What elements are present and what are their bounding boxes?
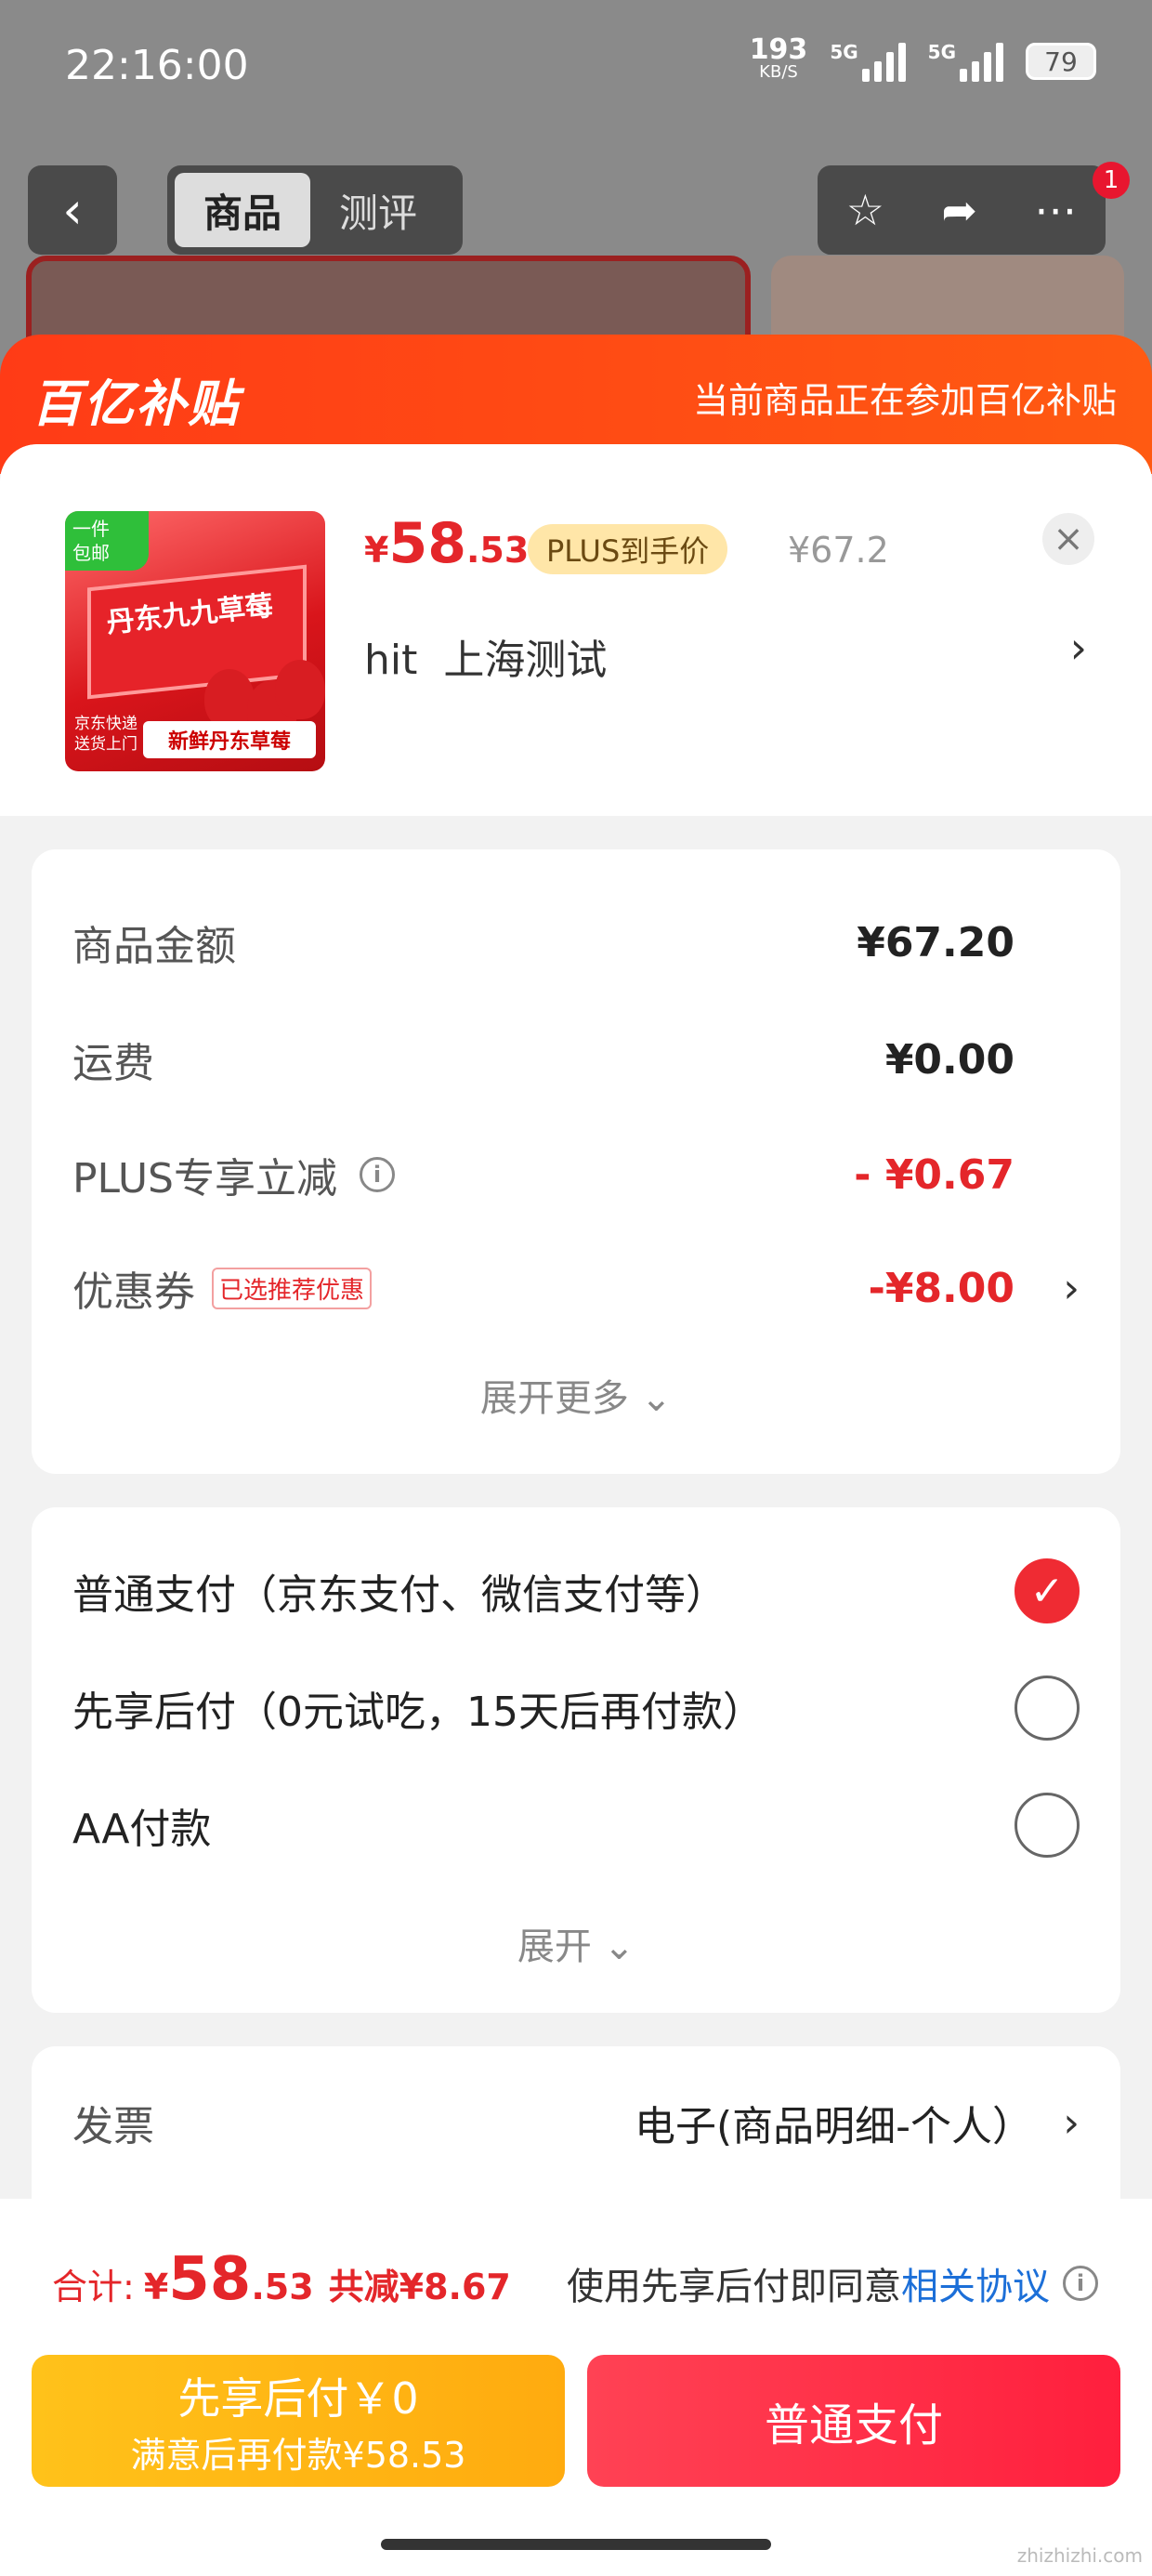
tab-review[interactable]: 测评: [310, 173, 446, 247]
battery-icon: 79: [1026, 43, 1096, 80]
payment-option-aa[interactable]: AA付款: [72, 1788, 1080, 1862]
topbar-actions: ☆ ➦ ⋯: [818, 165, 1106, 255]
chevron-left-icon: ‹: [62, 180, 83, 240]
free-shipping-tag: 一件 包邮: [65, 511, 149, 571]
radio-empty-icon[interactable]: [1015, 1676, 1080, 1741]
agreement-note: 使用先享后付即同意 相关协议 i: [567, 2256, 1098, 2310]
order-total: 合计: ¥ 58 .53 共减¥8.67: [52, 2245, 511, 2314]
cost-row-goods: 商品金额 ¥67.20: [72, 918, 1015, 971]
coupon-chip: 已选推荐优惠: [212, 1267, 373, 1309]
back-button[interactable]: ‹: [28, 165, 117, 255]
product-spec[interactable]: hit 上海测试: [364, 626, 607, 686]
share-icon[interactable]: ➦: [941, 185, 977, 235]
cost-row-coupon[interactable]: 优惠券 已选推荐优惠 -¥8.00 ›: [72, 1258, 1080, 1318]
checkout-footer: 合计: ¥ 58 .53 共减¥8.67 使用先享后付即同意 相关协议 i 先享…: [0, 2199, 1152, 2576]
checkmark-icon[interactable]: ✓: [1015, 1558, 1080, 1623]
message-badge: 1: [1093, 162, 1130, 199]
tab-goods[interactable]: 商品: [175, 173, 310, 247]
product-image[interactable]: 一件 包邮 丹东九九草莓 京东快递 送货上门 新鲜丹东草莓: [65, 511, 325, 771]
net-speed: 193 KB/S: [749, 33, 808, 83]
pay-later-button[interactable]: 先享后付￥0 满意后再付款¥58.53: [32, 2355, 565, 2487]
chevron-down-icon: ⌄: [603, 1925, 635, 1968]
product-summary: 一件 包邮 丹东九九草莓 京东快递 送货上门 新鲜丹东草莓 ¥ 58 .53 PL…: [0, 444, 1152, 816]
product-topbar: ‹ 商品 测评 ☆ ➦ ⋯ 1: [28, 162, 1130, 255]
info-icon[interactable]: i: [360, 1157, 395, 1192]
chevron-right-icon: ›: [1063, 1264, 1080, 1312]
cost-breakdown-card: 商品金额 ¥67.20 运费 ¥0.00 PLUS专享立减 i - ¥0.67 …: [32, 849, 1120, 1474]
payment-method-card: 普通支付（京东支付、微信支付等） ✓ 先享后付（0元试吃，15天后再付款） AA…: [32, 1507, 1120, 2013]
agreement-link[interactable]: 相关协议: [901, 2256, 1050, 2310]
close-icon[interactable]: ×: [1042, 513, 1094, 565]
expand-payment-button[interactable]: 展开 ⌄: [32, 1916, 1120, 1970]
chevron-right-icon[interactable]: ›: [1070, 623, 1087, 673]
watermark: zhizhizhi.com: [1016, 2544, 1143, 2567]
plus-price-badge: PLUS到手价: [528, 524, 728, 574]
signal-icon-2: 5G: [928, 41, 1003, 82]
normal-pay-button[interactable]: 普通支付: [587, 2355, 1120, 2487]
star-icon[interactable]: ☆: [846, 185, 884, 235]
cost-row-plus-discount: PLUS专享立减 i - ¥0.67: [72, 1150, 1015, 1203]
payment-option-later[interactable]: 先享后付（0元试吃，15天后再付款）: [72, 1671, 1080, 1745]
invoice-label: 发票: [72, 2103, 154, 2150]
invoice-value: 电子(商品明细-个人）: [634, 2103, 1033, 2150]
total-saved: 共减¥8.67: [328, 2267, 511, 2307]
info-icon[interactable]: i: [1063, 2266, 1098, 2301]
status-bar: 22:16:00 193 KB/S 5G 5G 79: [0, 0, 1152, 139]
signal-icon-1: 5G: [830, 41, 906, 82]
chevron-down-icon: ⌄: [640, 1377, 673, 1420]
more-icon[interactable]: ⋯: [1034, 185, 1077, 235]
cost-row-shipping: 运费 ¥0.00: [72, 1035, 1015, 1088]
strawberry-graphic: [275, 660, 325, 719]
subsidy-logo: 百亿补贴: [32, 375, 240, 433]
status-time: 22:16:00: [65, 42, 249, 89]
payment-option-normal[interactable]: 普通支付（京东支付、微信支付等） ✓: [72, 1554, 1080, 1628]
expand-more-button[interactable]: 展开更多 ⌄: [32, 1368, 1120, 1422]
original-price: ¥67.2: [788, 530, 889, 571]
radio-empty-icon[interactable]: [1015, 1793, 1080, 1858]
chevron-right-icon: ›: [1063, 2098, 1080, 2147]
plus-price: ¥ 58 .53: [364, 511, 530, 576]
subsidy-note: 当前商品正在参加百亿补贴: [692, 380, 1117, 421]
delivery-note: 京东快递 送货上门: [74, 715, 137, 754]
page-tabs: 商品 测评: [167, 165, 463, 255]
home-indicator[interactable]: [381, 2539, 771, 2550]
product-label: 新鲜丹东草莓: [143, 721, 316, 758]
